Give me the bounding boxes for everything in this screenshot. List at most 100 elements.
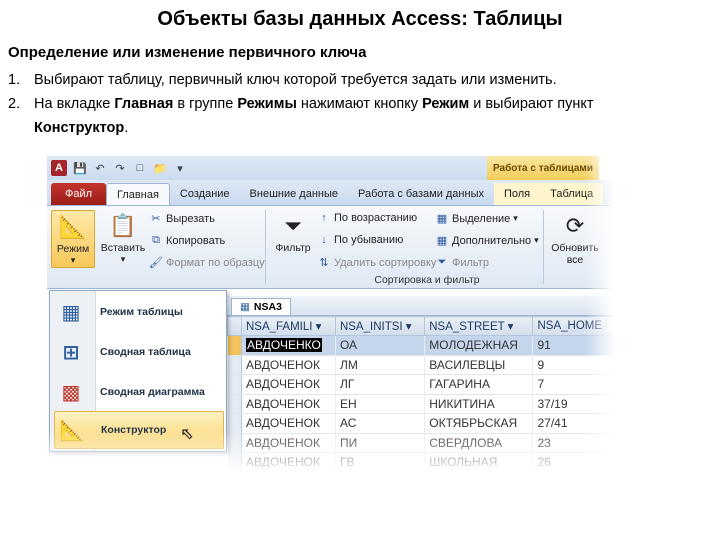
cut-button[interactable]: ✂ Вырезать <box>149 212 215 226</box>
table-cell[interactable]: АВДОЧЕНОК <box>241 433 336 453</box>
table-cell[interactable]: АВДОЧЕНОК <box>241 413 336 434</box>
menu-item-pivot-chart[interactable]: ▩ Сводная диаграмма <box>54 373 224 411</box>
tab-external-data[interactable]: Внешние данные <box>240 183 348 205</box>
table-row[interactable]: АВДОЧЕНОК ЛГ ГАГАРИНА 7 <box>227 374 615 395</box>
table-cell[interactable]: 7 <box>532 374 615 395</box>
tab-create[interactable]: Создание <box>170 183 240 205</box>
table-cell[interactable]: АС <box>335 413 426 434</box>
ribbon-tabs: Файл Главная Создание Внешние данные Раб… <box>47 180 615 205</box>
table-cell[interactable]: СВЕРДЛОВА <box>424 433 534 453</box>
table-row[interactable]: АВДОЧЕНОК ГВ ШКОЛЬНАЯ 26 <box>227 452 615 473</box>
column-header-label: NSA_STREET <box>429 321 505 333</box>
copy-button[interactable]: ⧉ Копировать <box>149 234 225 247</box>
mouse-cursor-icon: ⬁ <box>181 426 195 443</box>
column-header[interactable]: NSA_FAMILI ▾ <box>241 316 336 336</box>
column-header[interactable]: NSA_INITSI ▾ <box>334 316 426 336</box>
tab-fields[interactable]: Поля <box>493 183 541 205</box>
table-cell[interactable]: ВАСИЛЕВЦЫ <box>424 355 534 375</box>
toggle-filter-button[interactable]: ⏷ Фильтр <box>435 256 489 269</box>
refresh-all-button[interactable]: ⟳ Обновить все <box>549 210 601 268</box>
access-screenshot: A 💾 ↶ ↷ □ 📁 ▾ Работа с таблицами Файл Гл… <box>47 156 615 474</box>
open-icon[interactable]: 📁 <box>153 161 167 175</box>
group-separator <box>265 210 266 284</box>
steps-list: 1. Выбирают таблицу, первичный ключ кото… <box>8 68 708 140</box>
menu-item-pivot-table[interactable]: ⊞ Сводная таблица <box>54 333 224 371</box>
tab-file[interactable]: Файл <box>51 183 107 205</box>
table-cell[interactable]: 23 <box>532 433 615 453</box>
bold-term: Режимы <box>237 96 297 112</box>
row-selector[interactable] <box>227 413 242 434</box>
table-cell[interactable]: 27/41 <box>532 413 615 434</box>
table-row[interactable]: АВДОЧЕНКО ОА МОЛОДЕЖНАЯ 91 <box>227 335 615 356</box>
view-button[interactable]: 📐 Режим ▾ <box>51 210 95 268</box>
table-row[interactable]: АВДОЧЕНОК ЛМ ВАСИЛЕВЦЫ 9 <box>227 355 615 375</box>
slide-title: Объекты базы данных Access: Таблицы <box>157 8 563 30</box>
sort-descending-button[interactable]: ↓ По убыванию <box>317 234 403 246</box>
table-cell[interactable]: ШКОЛЬНАЯ <box>424 452 534 473</box>
advanced-filter-button[interactable]: ▦ Дополнительно ▾ <box>435 234 539 248</box>
row-selector[interactable] <box>227 335 242 356</box>
table-cell[interactable]: ПИ <box>335 433 426 453</box>
selection-button[interactable]: ▦ Выделение ▾ <box>435 212 518 226</box>
chevron-down-icon: ▾ <box>120 254 126 264</box>
select-all-cell[interactable] <box>227 316 242 336</box>
tab-home[interactable]: Главная <box>106 183 170 205</box>
dropdown-icon[interactable]: ▾ <box>173 161 187 175</box>
paste-button[interactable]: 📋 Вставить ▾ <box>99 210 147 268</box>
table-cell[interactable]: 91 <box>532 335 615 356</box>
datasheet-icon: ▦ <box>61 301 81 324</box>
table-cell[interactable]: ГАГАРИНА <box>424 374 534 395</box>
redo-icon[interactable]: ↷ <box>113 161 127 175</box>
table-cell[interactable]: ЕН <box>335 394 426 414</box>
table-row[interactable]: АВДОЧЕНОК АС ОКТЯБРЬСКАЯ 27/41 <box>227 413 615 434</box>
table-cell[interactable]: АВДОЧЕНОК <box>241 394 336 414</box>
refresh-icon: ⟳ <box>565 213 585 238</box>
table-cell[interactable]: 9 <box>532 355 615 375</box>
table-cell[interactable]: ОА <box>335 335 426 356</box>
row-selector[interactable] <box>227 452 242 473</box>
table-cell[interactable]: ЛГ <box>335 374 426 395</box>
filter-label: Фильтр <box>275 242 311 254</box>
filter-button[interactable]: ⏷ Фильтр <box>271 210 315 268</box>
table-tab[interactable]: ▦ NSA3 <box>231 298 291 315</box>
sort-ascending-icon: ↑ <box>321 212 327 224</box>
quick-access-toolbar: A 💾 ↶ ↷ □ 📁 ▾ <box>47 156 487 180</box>
table-cell[interactable]: МОЛОДЕЖНАЯ <box>424 335 534 356</box>
table-cell[interactable]: 37/19 <box>532 394 615 414</box>
column-header-label: NSA_HOME <box>537 320 603 332</box>
table-cell[interactable]: ГВ <box>335 452 426 473</box>
sort-ascending-button[interactable]: ↑ По возрастанию <box>317 212 417 224</box>
table-row[interactable]: АВДОЧЕНОК ПИ СВЕРДЛОВА 23 <box>227 433 615 453</box>
access-app-icon[interactable]: A <box>51 160 67 176</box>
copy-label: Копировать <box>166 234 226 247</box>
ascending-label: По возрастанию <box>334 212 418 224</box>
table-cell[interactable]: АВДОЧЕНОК <box>241 374 336 395</box>
new-icon[interactable]: □ <box>133 161 147 175</box>
row-selector[interactable] <box>227 433 242 453</box>
menu-item-datasheet-view[interactable]: ▦ Режим таблицы <box>54 293 224 331</box>
table-cell[interactable]: ОКТЯБРЬСКАЯ <box>424 413 534 434</box>
column-header[interactable]: NSA_HOME <box>532 316 615 336</box>
save-icon[interactable]: 💾 <box>73 161 87 175</box>
tab-table[interactable]: Таблица <box>540 183 604 205</box>
table-cell[interactable]: ЛМ <box>335 355 426 375</box>
table-cell[interactable]: НИКИТИНА <box>424 394 534 414</box>
table-cell[interactable]: АВДОЧЕНОК <box>241 355 336 375</box>
table-cell[interactable]: АВДОЧЕНКО <box>241 335 336 356</box>
table-cell[interactable]: 26 <box>532 452 615 473</box>
remove-sort-button[interactable]: ⇅ Удалить сортировку <box>317 256 436 270</box>
copy-icon: ⧉ <box>152 234 160 246</box>
tab-database-tools[interactable]: Работа с базами данных <box>348 183 494 205</box>
table-cell[interactable]: АВДОЧЕНОК <box>241 452 336 473</box>
column-header[interactable]: NSA_STREET ▾ <box>424 316 534 336</box>
menu-item-design-view[interactable]: 📐 Конструктор ⬁ <box>54 411 224 449</box>
row-selector[interactable] <box>227 355 242 375</box>
format-painter-button[interactable]: 🖌 Формат по образцу <box>149 256 265 270</box>
row-selector[interactable] <box>227 374 242 395</box>
slide-subtitle: Определение или изменение первичного клю… <box>8 44 367 61</box>
undo-icon[interactable]: ↶ <box>93 161 107 175</box>
row-selector[interactable] <box>227 394 242 414</box>
brush-icon: 🖌 <box>149 257 163 269</box>
table-row[interactable]: АВДОЧЕНОК ЕН НИКИТИНА 37/19 <box>227 394 615 414</box>
table-icon: ▦ <box>240 301 250 313</box>
